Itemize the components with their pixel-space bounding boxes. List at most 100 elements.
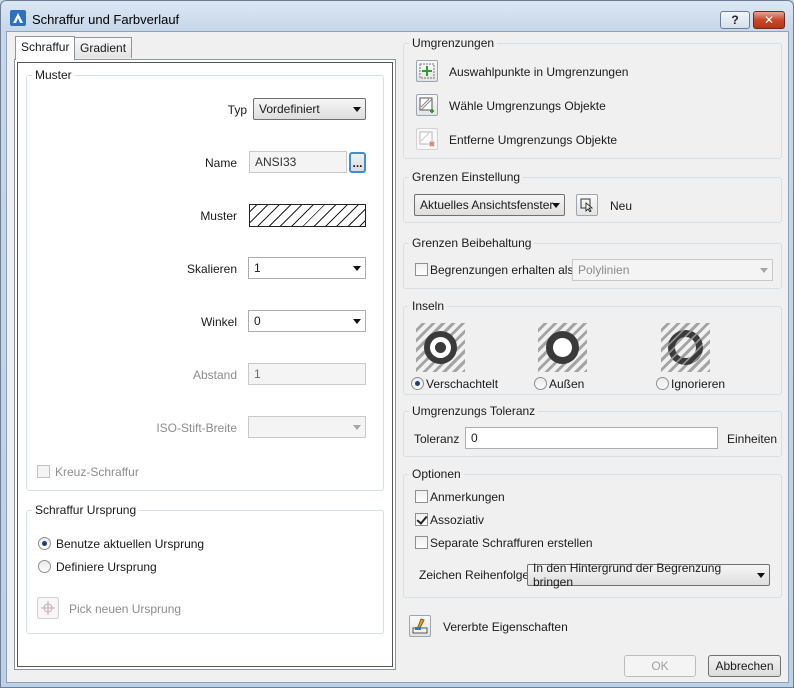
help-button[interactable]: ? [720,11,750,29]
radio-verschachtelt-label: Verschachtelt [426,377,499,391]
select-cursor-icon [580,198,594,212]
paintbrush-icon [412,618,428,634]
tab-schraffur[interactable]: Schraffur [15,36,76,60]
select-objects-icon [419,97,434,113]
toleranz-unit: Einheiten [727,432,778,446]
chevron-down-icon [760,268,768,273]
typ-dropdown[interactable]: Vordefiniert [253,98,366,120]
begrenzungstyp-value: Polylinien [578,263,630,277]
window-title: Schraffur und Farbverlauf [32,12,180,27]
name-label: Name [204,156,237,170]
separate-schraffuren-label: Separate Schraffuren erstellen [430,536,593,550]
auswahlpunkte-label[interactable]: Auswahlpunkte in Umgrenzungen [449,65,628,79]
group-toleranz-title: Umgrenzungs Toleranz [409,404,539,418]
radio-definiere-ursprung-label: Definiere Ursprung [56,560,157,574]
tab-gradient[interactable]: Gradient [74,37,133,58]
assoziativ-checkbox[interactable] [415,513,428,526]
tab-panel-inner: Muster Typ Vordefiniert Name ANSI33 ... … [17,62,393,667]
winkel-label: Winkel [200,315,237,329]
group-umgrenzungen-title: Umgrenzungen [409,36,498,50]
group-ursprung-title: Schraffur Ursprung [32,503,140,517]
group-inseln: Inseln Verschachtelt Außen Ignorieren [403,299,782,395]
chevron-down-icon [353,266,361,271]
waehle-objekte-button[interactable] [416,94,438,116]
neu-label: Neu [610,199,633,213]
skalieren-dropdown[interactable]: 1 [248,257,366,279]
island-ignore-preview[interactable] [661,323,710,372]
toleranz-label: Toleranz [414,432,460,446]
group-muster-title: Muster [32,68,75,82]
toleranz-input[interactable]: 0 [465,427,718,449]
separate-schraffuren-checkbox[interactable] [415,536,428,549]
pick-origin-button [37,597,59,619]
pick-origin-label: Pick neuen Ursprung [69,602,182,616]
close-button[interactable]: ✕ [753,11,785,29]
winkel-dropdown[interactable]: 0 [248,310,366,332]
crosshair-icon [41,601,55,615]
group-grenzen-einstellung: Grenzen Einstellung Aktuelles Ansichtsfe… [403,170,782,223]
name-value: ANSI33 [255,155,297,169]
kreuz-schraffur-label: Kreuz-Schraffur [55,465,139,479]
kreuz-schraffur-checkbox [37,465,50,478]
chevron-down-icon [552,203,560,208]
group-schraffur-ursprung: Schraffur Ursprung Benutze aktuellen Urs… [26,503,384,634]
anmerkungen-checkbox[interactable] [415,490,428,503]
vererbte-eigenschaften-button[interactable] [409,615,431,637]
chevron-down-icon [757,573,765,578]
grenzen-einstellung-dropdown[interactable]: Aktuelles Ansichtsfenster [414,194,565,216]
entferne-objekte-button[interactable] [416,128,438,150]
radio-aktueller-ursprung-label: Benutze aktuellen Ursprung [56,537,205,551]
skalieren-label: Skalieren [186,262,237,276]
group-grenzen-beibehaltung: Grenzen Beibehaltung Begrenzungen erhalt… [403,236,782,289]
group-umgrenzungen: Umgrenzungen Auswahlpunkte in Umgrenzung… [403,36,782,159]
island-nested-preview[interactable] [416,323,465,372]
tab-panel-schraffur: Muster Typ Vordefiniert Name ANSI33 ... … [14,59,396,670]
radio-aussen[interactable] [534,377,547,390]
muster-label: Muster [200,209,237,223]
ok-button[interactable]: OK [624,655,696,677]
remove-objects-icon [419,131,435,147]
island-outer-preview[interactable] [538,323,587,372]
title-bar: Schraffur und Farbverlauf ? ✕ [1,1,793,31]
auswahlpunkte-button[interactable] [416,60,438,82]
reihenfolge-label: Zeichen Reihenfolge [419,568,530,582]
dialog-client: Schraffur Gradient Muster Typ Vordefinie… [6,31,789,683]
chevron-down-icon [353,425,361,430]
reihenfolge-dropdown[interactable]: In den Hintergrund der Begrenzung bringe… [527,561,770,589]
pattern-preview-swatch[interactable] [249,204,366,227]
begrenzungen-erhalten-checkbox[interactable] [415,263,428,276]
browse-pattern-button[interactable]: ... [349,152,366,173]
assoziativ-label: Assoziativ [430,513,485,527]
app-logo-icon [10,10,26,26]
abstand-label: Abstand [192,368,237,382]
radio-ignorieren-label: Ignorieren [671,377,726,391]
radio-aktueller-ursprung[interactable] [38,537,51,550]
radio-ignorieren[interactable] [656,377,669,390]
group-umgrenzungs-toleranz: Umgrenzungs Toleranz Toleranz 0 Einheite… [403,404,782,457]
grenzen-einstellung-value: Aktuelles Ansichtsfenster [420,198,554,212]
vererbte-eigenschaften-label[interactable]: Vererbte Eigenschaften [443,620,568,634]
group-grenzen-einstellung-title: Grenzen Einstellung [409,170,524,184]
cancel-button[interactable]: Abbrechen [708,655,781,677]
typ-value: Vordefiniert [259,102,320,116]
group-optionen-title: Optionen [409,467,464,481]
radio-verschachtelt[interactable] [411,377,424,390]
abstand-field: 1 [248,363,366,385]
typ-label: Typ [227,103,247,117]
entferne-objekte-label[interactable]: Entferne Umgrenzungs Objekte [449,133,617,147]
anmerkungen-label: Anmerkungen [430,490,505,504]
toleranz-value: 0 [471,431,478,445]
radio-definiere-ursprung[interactable] [38,560,51,573]
name-field: ANSI33 [249,151,347,173]
iso-stift-label: ISO-Stift-Breite [156,421,237,435]
abstand-value: 1 [254,367,261,381]
group-optionen: Optionen Anmerkungen Assoziativ Separate… [403,467,782,598]
begrenzungen-erhalten-label: Begrenzungen erhalten als [430,263,574,277]
chevron-down-icon [353,107,361,112]
dialog-window: Schraffur und Farbverlauf ? ✕ Schraffur … [0,0,794,688]
reihenfolge-value: In den Hintergrund der Begrenzung bringe… [533,561,722,589]
neu-boundary-button[interactable] [576,194,598,216]
waehle-objekte-label[interactable]: Wähle Umgrenzungs Objekte [449,99,606,113]
radio-aussen-label: Außen [549,377,585,391]
winkel-value: 0 [254,314,261,328]
